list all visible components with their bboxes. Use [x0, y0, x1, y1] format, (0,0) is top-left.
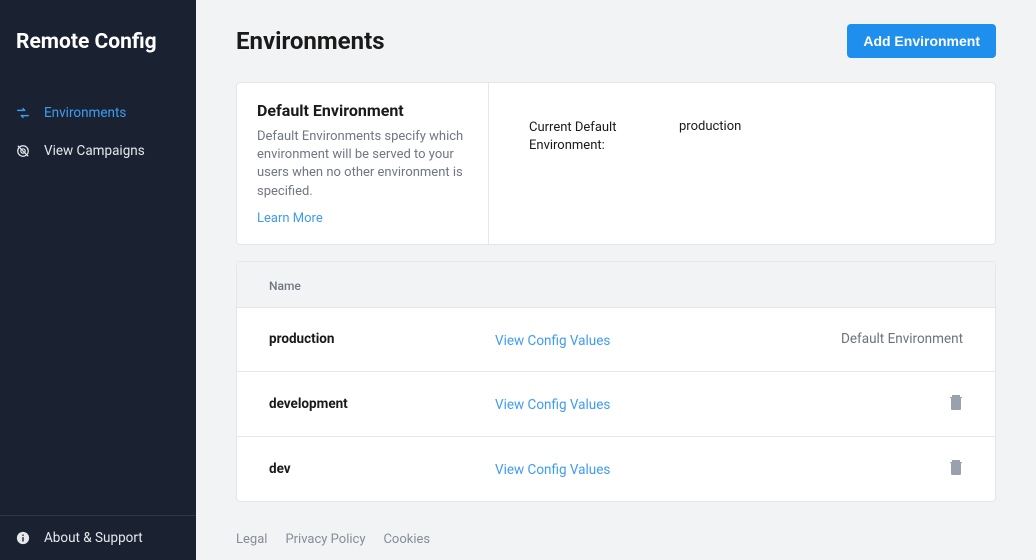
sidebar-item-environments[interactable]: Environments	[0, 94, 196, 132]
default-card-description: Default Environments specify which envir…	[257, 128, 468, 201]
sidebar-item-label: View Campaigns	[44, 143, 145, 159]
footer-link-cookies[interactable]: Cookies	[383, 532, 430, 547]
footer-link-legal[interactable]: Legal	[236, 532, 267, 547]
current-default-value: production	[679, 119, 741, 134]
env-name: production	[269, 331, 495, 347]
env-action: View Config Values	[495, 330, 841, 349]
page-header: Environments Add Environment	[236, 24, 996, 58]
main-content: Environments Add Environment Default Env…	[196, 0, 1036, 560]
env-name: dev	[269, 461, 495, 477]
env-action: View Config Values	[495, 394, 949, 413]
swap-icon	[16, 106, 30, 120]
default-card-title: Default Environment	[257, 101, 468, 120]
view-config-values-link[interactable]: View Config Values	[495, 333, 610, 349]
default-card-info: Default Environment Default Environments…	[237, 83, 489, 244]
env-row-right	[949, 394, 963, 414]
app-title: Remote Config	[16, 30, 180, 54]
table-row: production View Config Values Default En…	[237, 308, 995, 372]
sidebar-item-about-support[interactable]: About & Support	[0, 516, 196, 560]
current-default-label: Current Default Environment:	[529, 119, 679, 155]
target-icon	[16, 144, 30, 158]
env-name: development	[269, 396, 495, 412]
view-config-values-link[interactable]: View Config Values	[495, 462, 610, 478]
learn-more-link[interactable]: Learn More	[257, 211, 323, 226]
sidebar-nav: Environments View Campaigns	[0, 94, 196, 515]
default-environment-badge: Default Environment	[841, 331, 963, 347]
trash-icon[interactable]	[949, 463, 963, 479]
sidebar-item-label: About & Support	[44, 530, 143, 546]
env-action: View Config Values	[495, 459, 949, 478]
default-environment-card: Default Environment Default Environments…	[236, 82, 996, 245]
table-row: development View Config Values	[237, 372, 995, 437]
default-card-value-panel: Current Default Environment: production	[489, 83, 995, 244]
info-icon	[16, 531, 30, 545]
footer-link-privacy-policy[interactable]: Privacy Policy	[285, 532, 365, 547]
table-header-row: Name	[237, 262, 995, 308]
view-config-values-link[interactable]: View Config Values	[495, 397, 610, 413]
sidebar-item-view-campaigns[interactable]: View Campaigns	[0, 132, 196, 170]
page-title: Environments	[236, 27, 385, 55]
footer-links: Legal Privacy Policy Cookies	[236, 532, 996, 547]
trash-icon[interactable]	[949, 398, 963, 414]
column-header-name: Name	[269, 279, 301, 293]
sidebar-item-label: Environments	[44, 105, 126, 121]
sidebar-footer: About & Support	[0, 515, 196, 560]
table-row: dev View Config Values	[237, 437, 995, 501]
sidebar: Remote Config Environments View Campaign…	[0, 0, 196, 560]
add-environment-button[interactable]: Add Environment	[847, 24, 996, 58]
sidebar-header: Remote Config	[0, 0, 196, 94]
environments-table: Name production View Config Values Defau…	[236, 261, 996, 502]
env-row-right	[949, 459, 963, 479]
